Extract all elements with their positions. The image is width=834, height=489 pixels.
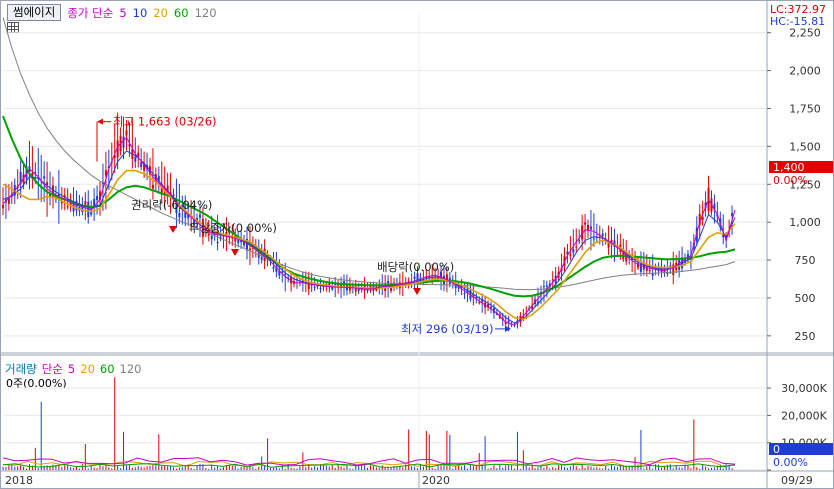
ma10-line bbox=[2, 150, 736, 324]
candle-body bbox=[551, 279, 554, 281]
candle-body bbox=[96, 195, 99, 201]
chart-window: 썸에이지 종가 단순 5 10 20 60 120 LC:372.97 HC:-… bbox=[0, 0, 834, 489]
volume-bars bbox=[2, 377, 733, 470]
candle-body bbox=[248, 248, 251, 251]
bonus-marker-icon bbox=[231, 249, 239, 256]
candle-body bbox=[93, 199, 96, 206]
price-badge-change: 0.00% bbox=[773, 174, 808, 187]
high-arrow-icon bbox=[97, 118, 103, 125]
dividend-marker-icon bbox=[413, 288, 421, 295]
ma5-line bbox=[2, 136, 736, 326]
candle-body bbox=[313, 286, 316, 288]
ma120-line bbox=[2, 17, 736, 291]
candle-body bbox=[578, 240, 581, 242]
candle-body bbox=[216, 241, 219, 244]
candle-body bbox=[366, 289, 369, 292]
bonus-annotation: 무상증자(0.00%) bbox=[189, 221, 277, 235]
price-tick-label: 2,000 bbox=[789, 65, 821, 78]
candle-body bbox=[592, 238, 595, 240]
ma60-line bbox=[2, 115, 736, 298]
high-annotation: 최고 1,663 (03/26) bbox=[113, 115, 217, 129]
xaxis-label: 2018 bbox=[5, 474, 33, 487]
candle-body bbox=[319, 288, 322, 290]
candle-body bbox=[666, 272, 669, 274]
volume-badge-change: 0.00% bbox=[773, 456, 808, 469]
candle-body bbox=[413, 276, 416, 279]
candle-body bbox=[84, 201, 87, 205]
candle-body bbox=[340, 284, 343, 286]
candle-body bbox=[284, 273, 287, 275]
dividend-annotation: 배당락(0.00%) bbox=[377, 260, 454, 274]
rights-marker-icon bbox=[169, 226, 177, 233]
low-annotation: 최저 296 (03/19) bbox=[401, 322, 494, 336]
candle-body bbox=[507, 320, 510, 323]
candle-body bbox=[43, 176, 46, 179]
candle-body bbox=[134, 156, 137, 162]
candle-body bbox=[542, 286, 545, 288]
candle-body bbox=[125, 130, 128, 136]
candle-body bbox=[589, 226, 592, 230]
volume-badge-value: 0 bbox=[773, 443, 780, 456]
candle-body bbox=[545, 285, 548, 287]
candle-body bbox=[66, 206, 69, 208]
candle-body bbox=[2, 204, 4, 209]
candle-body bbox=[260, 257, 263, 260]
candle-body bbox=[178, 212, 181, 218]
candle-body bbox=[237, 240, 240, 243]
price-tick-label: 1,000 bbox=[789, 216, 821, 229]
candle-body bbox=[140, 162, 143, 168]
price-tick-label: 1,750 bbox=[789, 102, 821, 115]
candle-body bbox=[601, 233, 604, 236]
candle-body bbox=[198, 214, 201, 218]
candle-body bbox=[669, 265, 672, 267]
candle-body bbox=[584, 222, 587, 225]
candle-body bbox=[648, 270, 651, 272]
price-tick-label: 750 bbox=[795, 254, 816, 267]
candle-body bbox=[272, 267, 275, 269]
candle-body bbox=[575, 246, 578, 248]
price-tick-label: 1,500 bbox=[789, 140, 821, 153]
volume-tick-label: 20,000K bbox=[781, 409, 827, 422]
candle-body bbox=[104, 170, 107, 176]
candle-body bbox=[122, 136, 125, 148]
xaxis-label: 2020 bbox=[422, 474, 450, 487]
price-tick-label: 2,250 bbox=[789, 27, 821, 40]
candle-body bbox=[463, 293, 466, 295]
candle-body bbox=[569, 254, 572, 256]
volume-tick-label: 30,000K bbox=[781, 382, 827, 395]
candle-body bbox=[478, 302, 481, 304]
candle-body bbox=[210, 235, 213, 240]
candle-body bbox=[731, 213, 734, 216]
candle-body bbox=[151, 184, 154, 189]
ma20-line bbox=[2, 169, 736, 321]
chart-canvas[interactable]: 2505007501,0001,2501,5001,7502,0002,2501… bbox=[1, 1, 833, 488]
price-tick-label: 250 bbox=[795, 330, 816, 343]
low-arrow-icon bbox=[505, 325, 511, 332]
xaxis-label: 09/29 bbox=[781, 474, 813, 487]
candle-body bbox=[572, 249, 575, 253]
volume-ma5-line bbox=[2, 457, 736, 466]
price-tick-label: 500 bbox=[795, 292, 816, 305]
rights-annotation: 권리락(-6.04%) bbox=[131, 198, 212, 212]
price-badge-value: 1,400 bbox=[773, 161, 805, 174]
